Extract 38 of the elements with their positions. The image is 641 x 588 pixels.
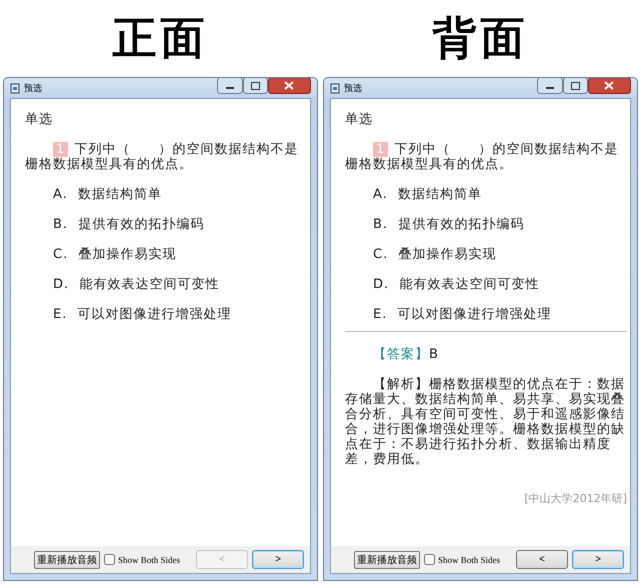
checkbox-label: Show Both Sides — [118, 554, 180, 564]
next-button[interactable]: > — [252, 550, 304, 569]
previous-button[interactable]: < — [516, 550, 568, 569]
side-heading: 背面 — [432, 12, 528, 66]
answer-option: E. 可以对图像进行增强处理 — [373, 307, 627, 337]
show-both-sides-checkbox[interactable] — [104, 554, 115, 565]
next-button[interactable]: > — [572, 550, 624, 569]
answer-option: B. 提供有效的拓扑编码 — [373, 217, 627, 247]
question-type: 单选 — [345, 112, 374, 127]
close-button[interactable] — [268, 78, 311, 94]
answer-option: C. 叠加操作易实现 — [373, 247, 627, 277]
side-heading: 正面 — [112, 12, 208, 66]
source-note: [中山大学2012年研] — [523, 491, 627, 506]
replay-audio-button[interactable]: 重新播放音频 — [34, 550, 100, 568]
app-icon — [10, 82, 20, 94]
answer-option: D. 能有效表达空间可变性 — [373, 277, 627, 307]
close-button[interactable] — [588, 78, 631, 94]
answer-option: B. 提供有效的拓扑编码 — [53, 217, 307, 247]
replay-audio-button[interactable]: 重新播放音频 — [354, 550, 420, 568]
question-type: 单选 — [25, 112, 54, 127]
question-text: 1 下列中（ ）的空间数据结构不是栅格数据模型具有的优点。 — [25, 142, 300, 172]
minimize-button[interactable] — [217, 78, 243, 94]
question-text: 1 下列中（ ）的空间数据结构不是栅格数据模型具有的优点。 — [345, 142, 620, 172]
window-title: 预选 — [24, 82, 42, 94]
checkbox-label: Show Both Sides — [438, 554, 500, 564]
answer-option: E. 可以对图像进行增强处理 — [53, 307, 307, 337]
window-title: 预选 — [344, 82, 362, 94]
answer-option: A. 数据结构简单 — [53, 187, 307, 217]
maximize-button[interactable] — [563, 78, 588, 94]
answer-option: D. 能有效表达空间可变性 — [53, 277, 307, 307]
answer-text: 【答案】B — [372, 347, 440, 362]
maximize-button[interactable] — [243, 78, 268, 94]
answer-option: C. 叠加操作易实现 — [53, 247, 307, 277]
analysis-paragraph: 【解析】栅格数据模型的优点在于：数据存储量大、数据结构简单、易共享、易实现叠合分析、具有空间可变性、易于和遥感影像结合，进行图像增强处理等。栅格数据模型的缺点在于：不易进行拓扑分析、数据输出精度差，费用低。 — [345, 377, 626, 467]
app-icon — [330, 82, 340, 94]
show-both-sides-checkbox[interactable] — [424, 554, 435, 565]
minimize-button[interactable] — [537, 78, 563, 94]
answer-option: A. 数据结构简单 — [373, 187, 627, 217]
